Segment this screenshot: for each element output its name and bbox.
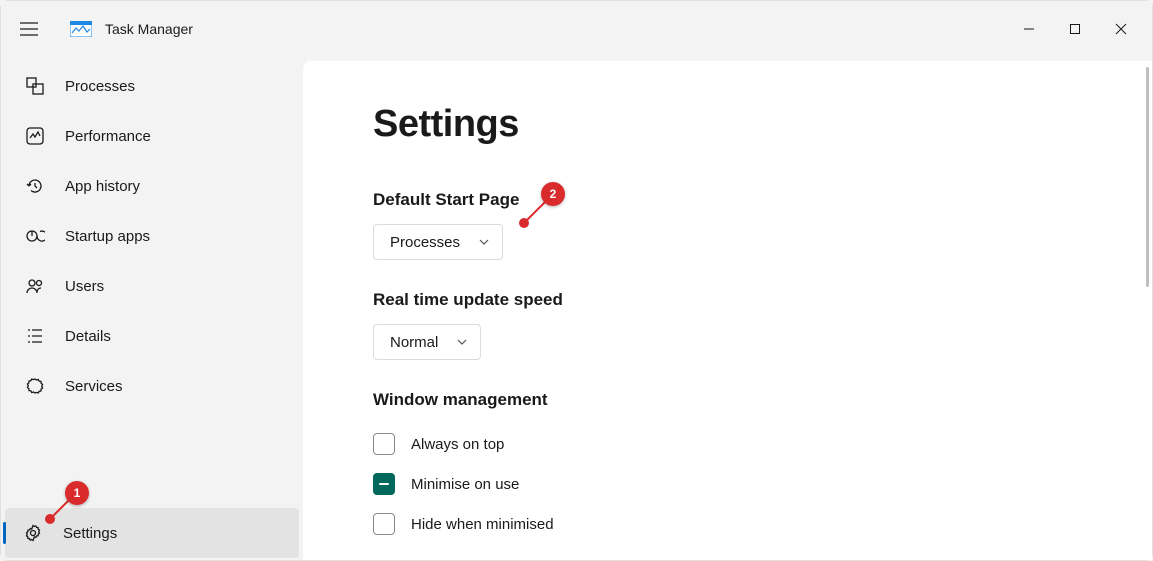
checkbox-label: Hide when minimised <box>411 516 554 533</box>
annotation-dot-1 <box>45 514 55 524</box>
annotation-badge-2: 2 <box>541 182 565 206</box>
sidebar-item-details[interactable]: Details <box>7 311 297 361</box>
nav-label: Users <box>65 278 104 295</box>
checkbox-box <box>373 513 395 535</box>
window-controls <box>1006 13 1144 45</box>
realtime-update-select[interactable]: Normal <box>373 324 481 360</box>
checkbox-box <box>373 473 395 495</box>
nav-label: Details <box>65 328 111 345</box>
gear-icon <box>23 523 43 543</box>
startup-icon <box>25 226 45 246</box>
close-button[interactable] <box>1098 13 1144 45</box>
annotation-dot-2 <box>519 218 529 228</box>
nav-label: Settings <box>63 525 117 542</box>
sidebar-item-performance[interactable]: Performance <box>7 111 297 161</box>
nav-label: Startup apps <box>65 228 150 245</box>
nav-label: Services <box>65 378 123 395</box>
checkbox-label: Always on top <box>411 436 504 453</box>
section-default-start-page: Default Start Page <box>373 190 1082 210</box>
close-icon <box>1115 23 1127 35</box>
check-indeterminate-icon <box>379 483 389 486</box>
nav-label: App history <box>65 178 140 195</box>
services-icon <box>25 376 45 396</box>
details-icon <box>25 326 45 346</box>
minimize-icon <box>1023 23 1035 35</box>
nav-list: Processes Performance App history Startu… <box>1 61 303 460</box>
nav-label: Processes <box>65 78 135 95</box>
default-start-page-select[interactable]: Processes <box>373 224 503 260</box>
checkbox-always-on-top[interactable]: Always on top <box>373 424 1082 464</box>
chevron-down-icon <box>478 236 490 248</box>
maximize-button[interactable] <box>1052 13 1098 45</box>
performance-icon <box>25 126 45 146</box>
checkbox-minimise-on-use[interactable]: Minimise on use <box>373 464 1082 504</box>
section-window-management: Window management <box>373 390 1082 410</box>
content-area: Settings Default Start Page Processes Re… <box>303 61 1152 560</box>
minimize-button[interactable] <box>1006 13 1052 45</box>
sidebar-item-app-history[interactable]: App history <box>7 161 297 211</box>
sidebar-item-startup-apps[interactable]: Startup apps <box>7 211 297 261</box>
processes-icon <box>25 76 45 96</box>
hamburger-menu-button[interactable] <box>9 9 49 49</box>
hamburger-icon <box>20 22 38 36</box>
page-title: Settings <box>373 103 1082 146</box>
checkbox-box <box>373 433 395 455</box>
checkbox-label: Minimise on use <box>411 476 519 493</box>
scrollbar[interactable] <box>1146 67 1149 287</box>
nav-label: Performance <box>65 128 151 145</box>
maximize-icon <box>1069 23 1081 35</box>
chevron-down-icon <box>456 336 468 348</box>
annotation-badge-1: 1 <box>65 481 89 505</box>
sidebar: Processes Performance App history Startu… <box>1 57 303 560</box>
users-icon <box>25 276 45 296</box>
sidebar-item-services[interactable]: Services <box>7 361 297 411</box>
history-icon <box>25 176 45 196</box>
app-icon <box>69 20 93 38</box>
select-value: Processes <box>390 234 460 251</box>
select-value: Normal <box>390 334 438 351</box>
section-realtime-update: Real time update speed <box>373 290 1082 310</box>
sidebar-item-processes[interactable]: Processes <box>7 61 297 111</box>
checkbox-hide-when-minimised[interactable]: Hide when minimised <box>373 504 1082 544</box>
sidebar-item-users[interactable]: Users <box>7 261 297 311</box>
titlebar: Task Manager <box>1 1 1152 57</box>
app-title: Task Manager <box>105 21 193 37</box>
